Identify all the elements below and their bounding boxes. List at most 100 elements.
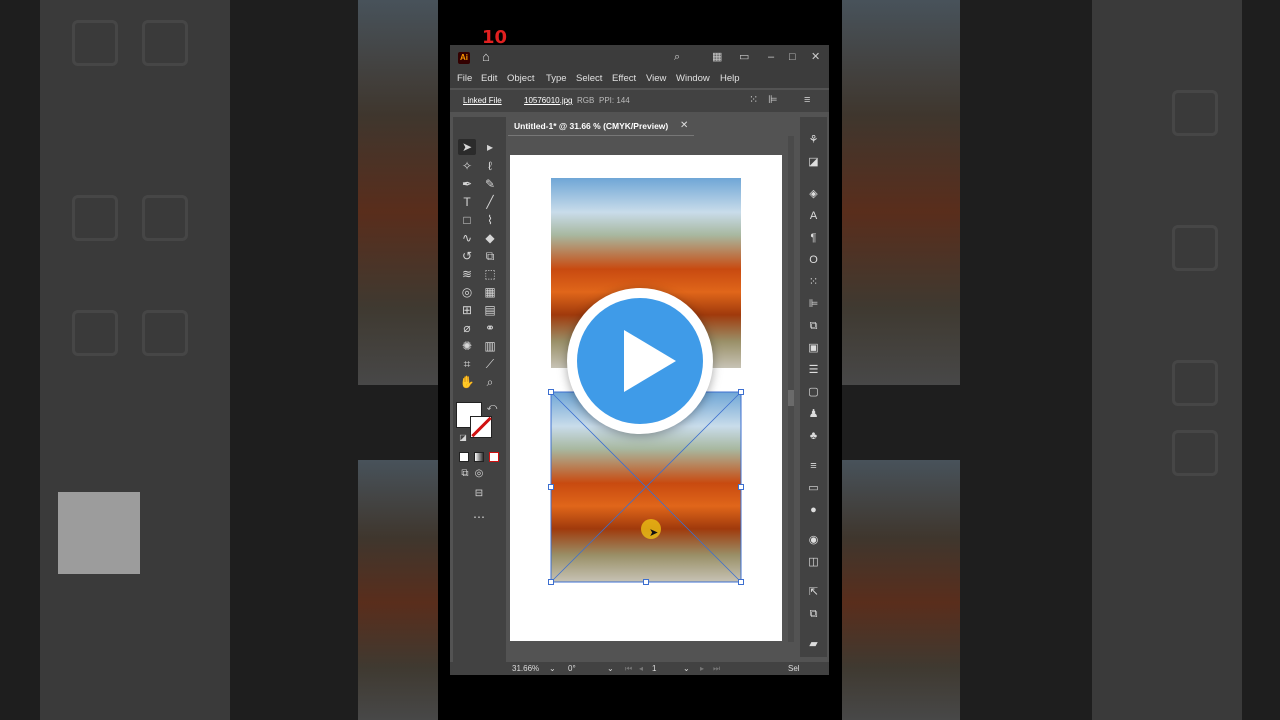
- blend-tool-icon[interactable]: ⚭: [481, 320, 499, 336]
- menu-edit[interactable]: Edit: [481, 73, 497, 84]
- linked-file-link[interactable]: Linked File: [463, 96, 502, 105]
- stroke-swatch[interactable]: [470, 416, 492, 438]
- image-trace-icon[interactable]: ▣: [806, 341, 821, 355]
- pen-tool-icon[interactable]: ✒: [458, 176, 476, 192]
- close-tab-icon[interactable]: ✕: [680, 120, 688, 131]
- lasso-tool-icon[interactable]: ℓ: [481, 158, 499, 174]
- slice-tool-icon[interactable]: ⟋: [481, 356, 499, 372]
- free-transform-tool-icon[interactable]: ⬚: [481, 266, 499, 282]
- rotate-view[interactable]: 0°: [568, 664, 576, 673]
- menu-type[interactable]: Type: [546, 73, 567, 84]
- symbol-sprayer-tool-icon[interactable]: ✺: [458, 338, 476, 354]
- background-left-blur: [0, 0, 438, 720]
- scale-tool-icon[interactable]: ⧉: [481, 248, 499, 264]
- default-colors-icon[interactable]: ◪: [454, 430, 472, 446]
- menu-object[interactable]: Object: [507, 73, 534, 84]
- close-window-icon[interactable]: ✕: [811, 51, 820, 63]
- zoom-tool-icon[interactable]: ⌕: [481, 374, 499, 390]
- layers-icon[interactable]: ◈: [806, 187, 821, 201]
- draw-inside-icon[interactable]: ◎: [470, 466, 488, 482]
- none-mode-swatch[interactable]: [489, 452, 499, 462]
- vertical-scrollbar[interactable]: [788, 136, 794, 642]
- graphic-styles-icon[interactable]: ◫: [806, 555, 821, 569]
- paintbrush-tool-icon[interactable]: ⌇: [481, 212, 499, 228]
- gradient-panel-icon[interactable]: ◪: [806, 155, 821, 169]
- appearance-icon[interactable]: ◉: [806, 533, 821, 547]
- mesh-tool-icon[interactable]: ⊞: [458, 302, 476, 318]
- status-mode[interactable]: Sel: [788, 664, 800, 673]
- eyedropper-tool-icon[interactable]: ⌀: [458, 320, 476, 336]
- color-guide-icon[interactable]: ⚘: [806, 133, 821, 147]
- direct-selection-tool-icon[interactable]: ▸: [481, 139, 499, 155]
- magic-wand-tool-icon[interactable]: ✧: [458, 158, 476, 174]
- rectangle-tool-icon[interactable]: □: [458, 212, 476, 228]
- menu-view[interactable]: View: [646, 73, 666, 84]
- menu-window[interactable]: Window: [676, 73, 710, 84]
- zoom-dropdown-icon[interactable]: ⌄: [549, 664, 556, 673]
- play-button[interactable]: [567, 288, 713, 434]
- workspace-icon[interactable]: ▦: [712, 51, 722, 63]
- export-icon[interactable]: ⇱: [806, 585, 821, 599]
- last-artboard-icon[interactable]: ⏭: [713, 664, 720, 674]
- arrange-documents-icon[interactable]: ▭: [739, 51, 749, 63]
- artboard-tool-icon[interactable]: ⌗: [458, 356, 476, 372]
- column-graph-tool-icon[interactable]: ▥: [481, 338, 499, 354]
- symbols-icon[interactable]: ♣: [806, 429, 821, 443]
- eraser-tool-icon[interactable]: ◆: [481, 230, 499, 246]
- hand-tool-icon[interactable]: ✋: [458, 374, 476, 390]
- zoom-level[interactable]: 31.66%: [512, 664, 539, 673]
- selection-tool-icon[interactable]: ➤: [458, 139, 476, 155]
- comments-icon[interactable]: ▰: [806, 637, 821, 651]
- panel-menu-icon[interactable]: ≡: [804, 94, 810, 106]
- menu-select[interactable]: Select: [576, 73, 602, 84]
- search-icon[interactable]: ⌕: [674, 51, 680, 63]
- align-icon[interactable]: ⊫: [768, 94, 778, 106]
- screen-mode-icon[interactable]: ⊟: [470, 486, 488, 502]
- artboard-dropdown-icon[interactable]: ⌄: [683, 664, 690, 673]
- menu-file[interactable]: File: [457, 73, 472, 84]
- blurred-fill-swatch: [58, 492, 140, 574]
- paragraph-icon[interactable]: ¶: [806, 231, 821, 245]
- perspective-grid-tool-icon[interactable]: ▦: [481, 284, 499, 300]
- shaper-tool-icon[interactable]: ∿: [458, 230, 476, 246]
- more-tools-icon[interactable]: ⋯: [470, 509, 488, 525]
- artboard-number[interactable]: 1: [652, 664, 656, 673]
- minimize-icon[interactable]: –: [768, 51, 774, 63]
- right-panel-dock: ⚘ ◪ ◈ A ¶ O ⁙ ⊫ ⧉ ▣ ☰ ▢ ♟ ♣ ≡ ▭ ● ◉ ◫ ⇱ …: [800, 117, 827, 657]
- line-tool-icon[interactable]: ╱: [481, 194, 499, 210]
- rotate-dropdown-icon[interactable]: ⌄: [607, 664, 614, 673]
- vertical-scrollbar-thumb[interactable]: [788, 390, 794, 406]
- align-panel-icon[interactable]: ⊫: [806, 297, 821, 311]
- shape-builder-tool-icon[interactable]: ◎: [458, 284, 476, 300]
- opentype-icon[interactable]: O: [806, 253, 821, 267]
- prev-artboard-icon[interactable]: ◂: [639, 664, 643, 673]
- gradient-swatch-icon[interactable]: ▭: [806, 481, 821, 495]
- menu-help[interactable]: Help: [720, 73, 740, 84]
- transparency-icon[interactable]: ●: [806, 503, 821, 517]
- first-artboard-icon[interactable]: ⏮: [625, 664, 632, 674]
- app-logo: Ai: [458, 52, 470, 64]
- transform-icon[interactable]: ⁙: [749, 94, 758, 106]
- transform-panel-icon[interactable]: ⧉: [806, 607, 821, 621]
- gradient-mode-swatch[interactable]: [474, 452, 484, 462]
- curvature-tool-icon[interactable]: ✎: [481, 176, 499, 192]
- maximize-icon[interactable]: □: [789, 51, 796, 63]
- artboards-panel-icon[interactable]: ▢: [806, 385, 821, 399]
- gradient-tool-icon[interactable]: ▤: [481, 302, 499, 318]
- document-tab[interactable]: Untitled-1* @ 31.66 % (CMYK/Preview) ✕: [508, 118, 694, 136]
- stroke-panel-icon[interactable]: ≡: [806, 459, 821, 473]
- rotate-tool-icon[interactable]: ↺: [458, 248, 476, 264]
- menu-effect[interactable]: Effect: [612, 73, 636, 84]
- color-mode-swatch[interactable]: [459, 452, 469, 462]
- filename-link[interactable]: 10576010.jpg: [524, 96, 573, 105]
- next-artboard-icon[interactable]: ▸: [700, 664, 704, 673]
- glyphs-icon[interactable]: ⁙: [806, 275, 821, 289]
- character-icon[interactable]: A: [806, 209, 821, 223]
- type-tool-icon[interactable]: T: [458, 194, 476, 210]
- pathfinder-icon[interactable]: ⧉: [806, 319, 821, 333]
- warp-tool-icon[interactable]: ≋: [458, 266, 476, 282]
- properties-icon[interactable]: ☰: [806, 363, 821, 377]
- libraries-icon[interactable]: ♟: [806, 407, 821, 421]
- swap-fill-stroke-icon[interactable]: ⤺: [483, 400, 501, 416]
- home-icon[interactable]: ⌂: [482, 50, 496, 64]
